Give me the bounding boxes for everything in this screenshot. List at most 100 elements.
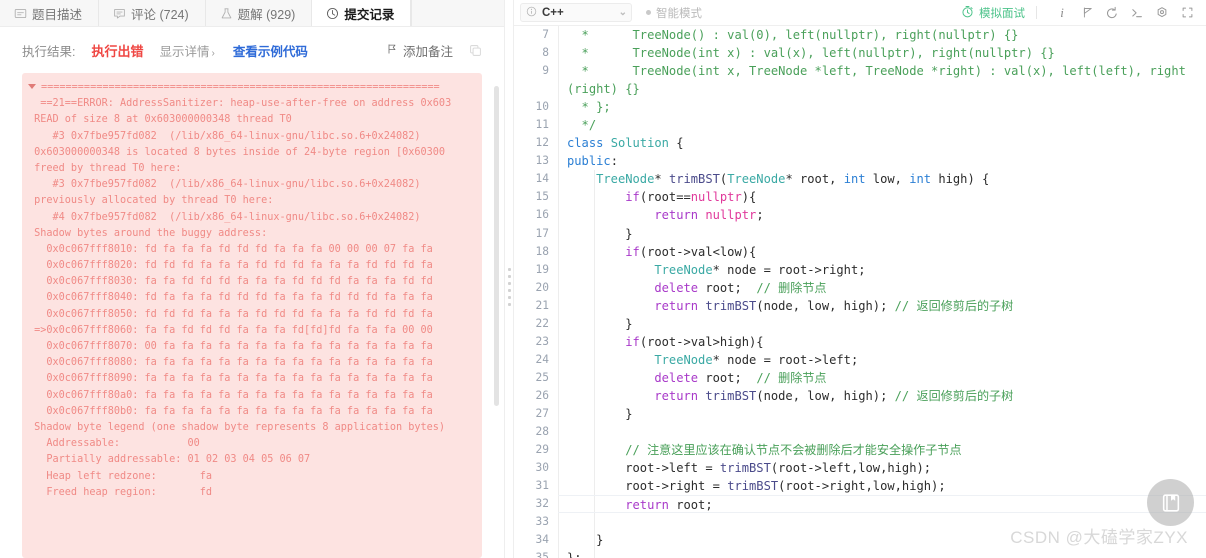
info-italic-icon[interactable]: i [1051,2,1073,24]
code-text: return nullptr; [558,206,1206,225]
fullscreen-icon[interactable] [1176,2,1198,24]
tab-submissions[interactable]: 提交记录 [312,0,412,26]
line-number: 8 [542,46,549,60]
code-text: if(root->val>high){ [558,332,1206,351]
show-detail-link[interactable]: 显示详情 › [160,41,215,60]
code-text: delete root; // 删除节点 [558,368,1206,387]
code-editor[interactable]: 7 * TreeNode() : val(0), left(nullptr), … [514,26,1206,558]
code-line[interactable]: 15 if(root==nullptr){ [514,188,1206,207]
code-text: // 注意这里应该在确认节点不会被删除后才能安全操作子节点 [558,441,1206,460]
code-line[interactable]: 27 } [514,404,1206,424]
code-line[interactable]: 21 return trimBST(node, low, high); // 返… [514,296,1206,315]
error-line: Freed heap region: fd [28,486,213,498]
code-line[interactable]: 18 if(root->val<low){ [514,242,1206,261]
code-line[interactable]: 7 * TreeNode() : val(0), left(nullptr), … [514,26,1206,45]
view-sample-code-link[interactable]: 查看示例代码 [233,41,308,60]
smart-mode-label: 智能模式 [656,7,702,20]
book-icon[interactable] [1147,479,1194,526]
code-line[interactable]: 25 delete root; // 删除节点 [514,368,1206,387]
error-output-scroll[interactable]: ========================================… [0,73,504,558]
code-line[interactable]: 8 * TreeNode(int x) : val(x), left(nullp… [514,44,1206,63]
code-text: * TreeNode(int x, TreeNode *left, TreeNo… [558,62,1206,99]
line-number: 22 [535,316,549,330]
run-flag-icon[interactable] [1076,2,1098,24]
watermark: CSDN @大磕学家ZYX [1010,528,1188,547]
error-line: =>0x0c067fff8060: fa fa fd fd fd fa fa f… [28,324,433,336]
app-root: 题目描述 评论 (724) 题解 (929) 提交记录 执行结果: 执行出错 显… [0,0,1206,558]
left-scrollbar-thumb[interactable] [494,86,499,406]
code-text: return trimBST(node, low, high); // 返回修剪… [558,296,1206,315]
code-line[interactable]: 9 * TreeNode(int x, TreeNode *left, Tree… [514,62,1206,99]
code-text: class Solution { [558,134,1206,153]
info-circle-icon [526,6,537,20]
line-number: 28 [535,425,549,439]
language-selector[interactable]: C++ ⌄ [520,3,632,22]
code-line[interactable]: 22 } [514,314,1206,333]
code-text: return root; [558,495,1206,514]
line-number: 16 [535,208,549,222]
result-header: 执行结果: 执行出错 显示详情 › 查看示例代码 添加备注 [0,27,504,73]
code-line[interactable]: 35}; [514,549,1206,558]
error-line: #4 0x7fbe957fd082 (/lib/x86_64-linux-gnu… [28,211,421,223]
code-line[interactable]: 28 [514,423,1206,442]
error-line: 0x0c067fff8010: fd fa fa fa fd fd fd fa … [28,243,433,255]
chevron-down-icon: ⌄ [618,7,627,18]
line-number: 24 [535,352,549,366]
panel-splitter[interactable] [504,0,514,558]
code-text: if(root->val<low){ [558,242,1206,261]
code-line[interactable]: 14 TreeNode* trimBST(TreeNode* root, int… [514,170,1206,189]
code-line[interactable]: 11 */ [514,116,1206,135]
error-line: 0x0c067fff80b0: fa fa fa fa fa fa fa fa … [28,405,433,417]
error-line: freed by thread T0 here: [28,162,182,174]
status-badge: 执行出错 [91,43,144,59]
add-note-button[interactable]: 添加备注 [386,41,453,60]
error-line: Addressable: 00 [28,438,200,450]
code-line[interactable]: 23 if(root->val>high){ [514,332,1206,351]
add-note-label: 添加备注 [402,44,453,59]
error-line: #3 0x7fbe957fd082 (/lib/x86_64-linux-gnu… [28,179,421,191]
code-line[interactable]: 30 root->left = trimBST(root->left,low,h… [514,459,1206,478]
mock-interview-button[interactable]: 模拟面试 [961,5,1025,21]
error-line: 0x0c067fff8050: fd fd fd fa fa fa fd fd … [28,308,433,320]
error-line: READ of size 8 at 0x603000000348 thread … [28,114,292,126]
copy-icon[interactable] [469,44,482,57]
smart-mode-toggle[interactable]: 智能模式 [646,5,702,21]
line-number: 19 [535,262,549,276]
line-number: 10 [535,100,549,114]
line-number: 26 [535,388,549,402]
collapse-caret-icon[interactable] [28,83,36,89]
code-line[interactable]: 10 * }; [514,98,1206,117]
tab-description[interactable]: 题目描述 [0,0,100,26]
error-line: previously allocated by thread T0 here: [28,195,274,207]
code-text: * TreeNode(int x) : val(x), left(nullptr… [558,44,1206,63]
code-line[interactable]: 31 root->right = trimBST(root->right,low… [514,477,1206,496]
chevron-right-icon: › [211,47,215,59]
code-line[interactable]: 32 return root; [514,495,1206,514]
code-line[interactable]: 29 // 注意这里应该在确认节点不会被删除后才能安全操作子节点 [514,441,1206,460]
left-scrollbar[interactable] [494,86,499,548]
language-label: C++ [542,6,564,19]
error-line: Shadow byte legend (one shadow byte repr… [28,421,446,433]
code-text: return trimBST(node, low, high); // 返回修剪… [558,386,1206,406]
code-text: */ [558,116,1206,135]
code-line[interactable]: 20 delete root; // 删除节点 [514,278,1206,297]
console-icon[interactable] [1126,2,1148,24]
code-line[interactable]: 24 TreeNode* node = root->left; [514,350,1206,369]
code-line[interactable]: 13 public: [514,152,1206,171]
line-number: 12 [535,136,549,150]
line-number: 33 [535,515,549,529]
code-line[interactable]: 12 class Solution { [514,134,1206,153]
code-line[interactable]: 19 TreeNode* node = root->right; [514,260,1206,279]
result-label: 执行结果: [22,44,76,59]
code-line[interactable]: 17 } [514,224,1206,243]
code-line[interactable]: 26 return trimBST(node, low, high); // 返… [514,386,1206,406]
tab-solutions[interactable]: 题解 (929) [206,0,313,26]
code-line[interactable]: 16 return nullptr; [514,206,1206,225]
settings-icon[interactable] [1151,2,1173,24]
code-text: } [558,224,1206,243]
error-line: Shadow bytes around the buggy address: [28,227,268,239]
tab-submissions-label: 提交记录 [344,7,395,22]
splitter-handle[interactable] [508,268,511,306]
tab-comments[interactable]: 评论 (724) [99,0,206,26]
reset-icon[interactable] [1101,2,1123,24]
